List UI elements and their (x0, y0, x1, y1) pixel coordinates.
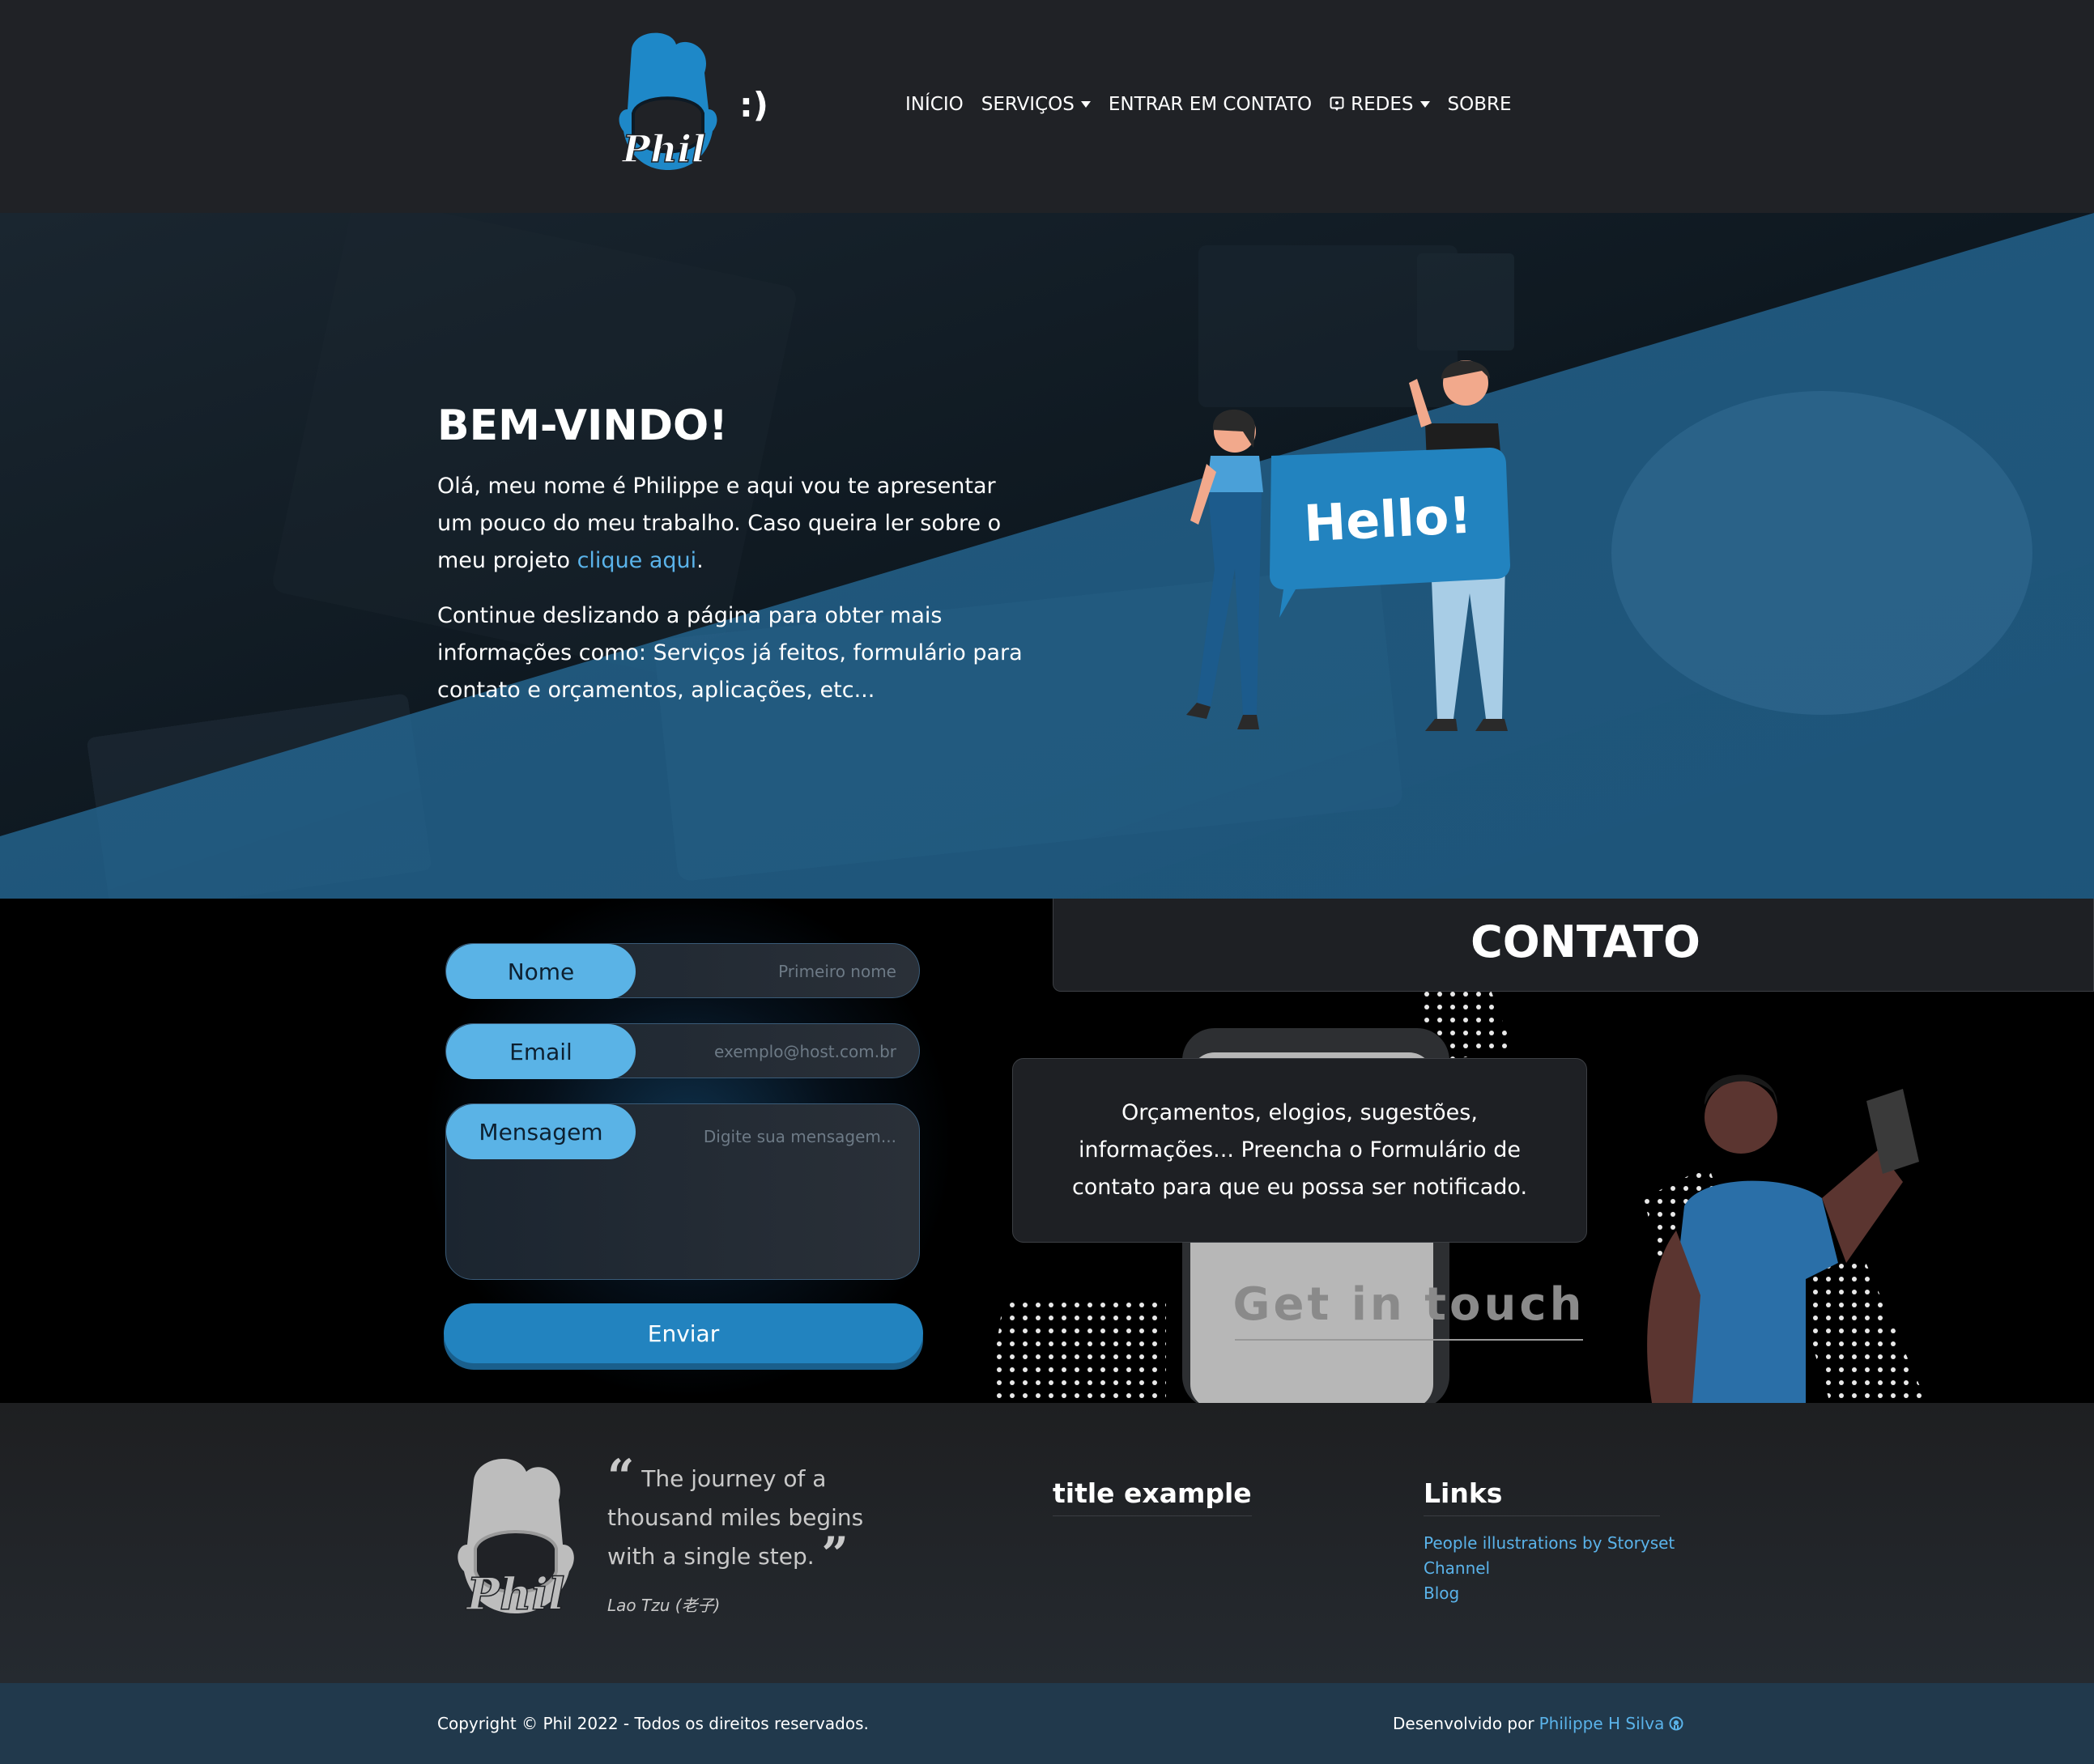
contact-section: Nome Primeiro nome Email exemplo@host.co… (0, 899, 2094, 1403)
phil-logo[interactable]: Phil (607, 32, 729, 182)
contact-title: CONTATO (1470, 916, 1700, 967)
contact-header: CONTATO (1053, 899, 2094, 992)
smile-text: :) (739, 85, 768, 125)
hero-background (0, 213, 2094, 899)
copyright: Copyright © Phil 2022 - Todos os direito… (437, 1714, 869, 1733)
message-field[interactable]: Mensagem Digite sua mensagem... (445, 1103, 920, 1280)
footer-links-title: Links (1424, 1477, 1660, 1516)
hero-description: Continue deslizando a página para obter … (437, 603, 1023, 703)
link-storyset[interactable]: People illustrations by Storyset (1424, 1531, 1675, 1556)
hello-illustration: Hello! (1186, 360, 1510, 731)
project-link[interactable]: clique aqui (577, 548, 697, 573)
email-input[interactable]: exemplo@host.com.br (714, 1042, 896, 1061)
github-icon[interactable] (1669, 1716, 1683, 1731)
name-input[interactable]: Primeiro nome (778, 962, 896, 981)
bottom-bar: Copyright © Phil 2022 - Todos os direito… (0, 1683, 2094, 1764)
footer-links: People illustrations by Storyset Channel… (1424, 1531, 1675, 1606)
nav-servicos[interactable]: SERVIÇOS (981, 94, 1091, 115)
nav-sobre[interactable]: SOBRE (1448, 94, 1512, 115)
message-input[interactable]: Digite sua mensagem... (704, 1127, 896, 1146)
svg-text:Phil: Phil (466, 1568, 565, 1620)
name-field[interactable]: Nome Primeiro nome (445, 943, 920, 999)
hero-section: BEM-VINDO! Olá, meu nome é Philippe e aq… (0, 213, 2094, 899)
hero-title: BEM-VINDO! (437, 402, 728, 450)
send-button[interactable]: Enviar (444, 1303, 923, 1363)
hero-intro: Olá, meu nome é Philippe e aqui vou te a… (437, 474, 1002, 573)
footer-quote: “ The journey of a thousand miles begins… (607, 1453, 915, 1578)
dev-prefix: Desenvolvido por (1393, 1714, 1534, 1733)
contact-info-box: Orçamentos, elogios, sugestões, informaç… (1012, 1058, 1587, 1243)
chat-icon (1330, 96, 1344, 111)
footer-logo: Phil (458, 1458, 574, 1621)
quote-author: Lao Tzu (老子) (607, 1596, 721, 1615)
quote-open-icon: “ (607, 1449, 635, 1504)
message-label: Mensagem (446, 1104, 636, 1159)
dev-link[interactable]: Philippe H Silva (1539, 1714, 1665, 1733)
email-label: Email (446, 1024, 636, 1079)
nav-redes[interactable]: REDES (1330, 94, 1430, 115)
link-channel[interactable]: Channel (1424, 1556, 1675, 1581)
email-field[interactable]: Email exemplo@host.com.br (445, 1023, 920, 1079)
svg-text:Hello!: Hello! (1302, 486, 1473, 554)
name-label: Nome (446, 944, 636, 999)
developer-credit: Desenvolvido por Philippe H Silva (1393, 1714, 1683, 1733)
caret-down-icon (1080, 101, 1091, 108)
main-nav: INÍCIO SERVIÇOS ENTRAR EM CONTATO REDES … (905, 94, 1512, 115)
nav-contato[interactable]: ENTRAR EM CONTATO (1109, 94, 1312, 115)
svg-text:Get in touch: Get in touch (1233, 1278, 1585, 1331)
hero-content: BEM-VINDO! Olá, meu nome é Philippe e aq… (437, 402, 1028, 727)
quote-close-icon: ” (821, 1527, 849, 1582)
footer: Phil “ The journey of a thousand miles b… (0, 1403, 2094, 1683)
caret-down-icon (1419, 101, 1430, 108)
navbar: Phil :) INÍCIO SERVIÇOS ENTRAR EM CONTAT… (0, 0, 2094, 213)
svg-text:Phil: Phil (621, 127, 706, 171)
link-blog[interactable]: Blog (1424, 1581, 1675, 1606)
footer-col-title: title example (1053, 1477, 1252, 1516)
nav-inicio[interactable]: INÍCIO (905, 94, 964, 115)
